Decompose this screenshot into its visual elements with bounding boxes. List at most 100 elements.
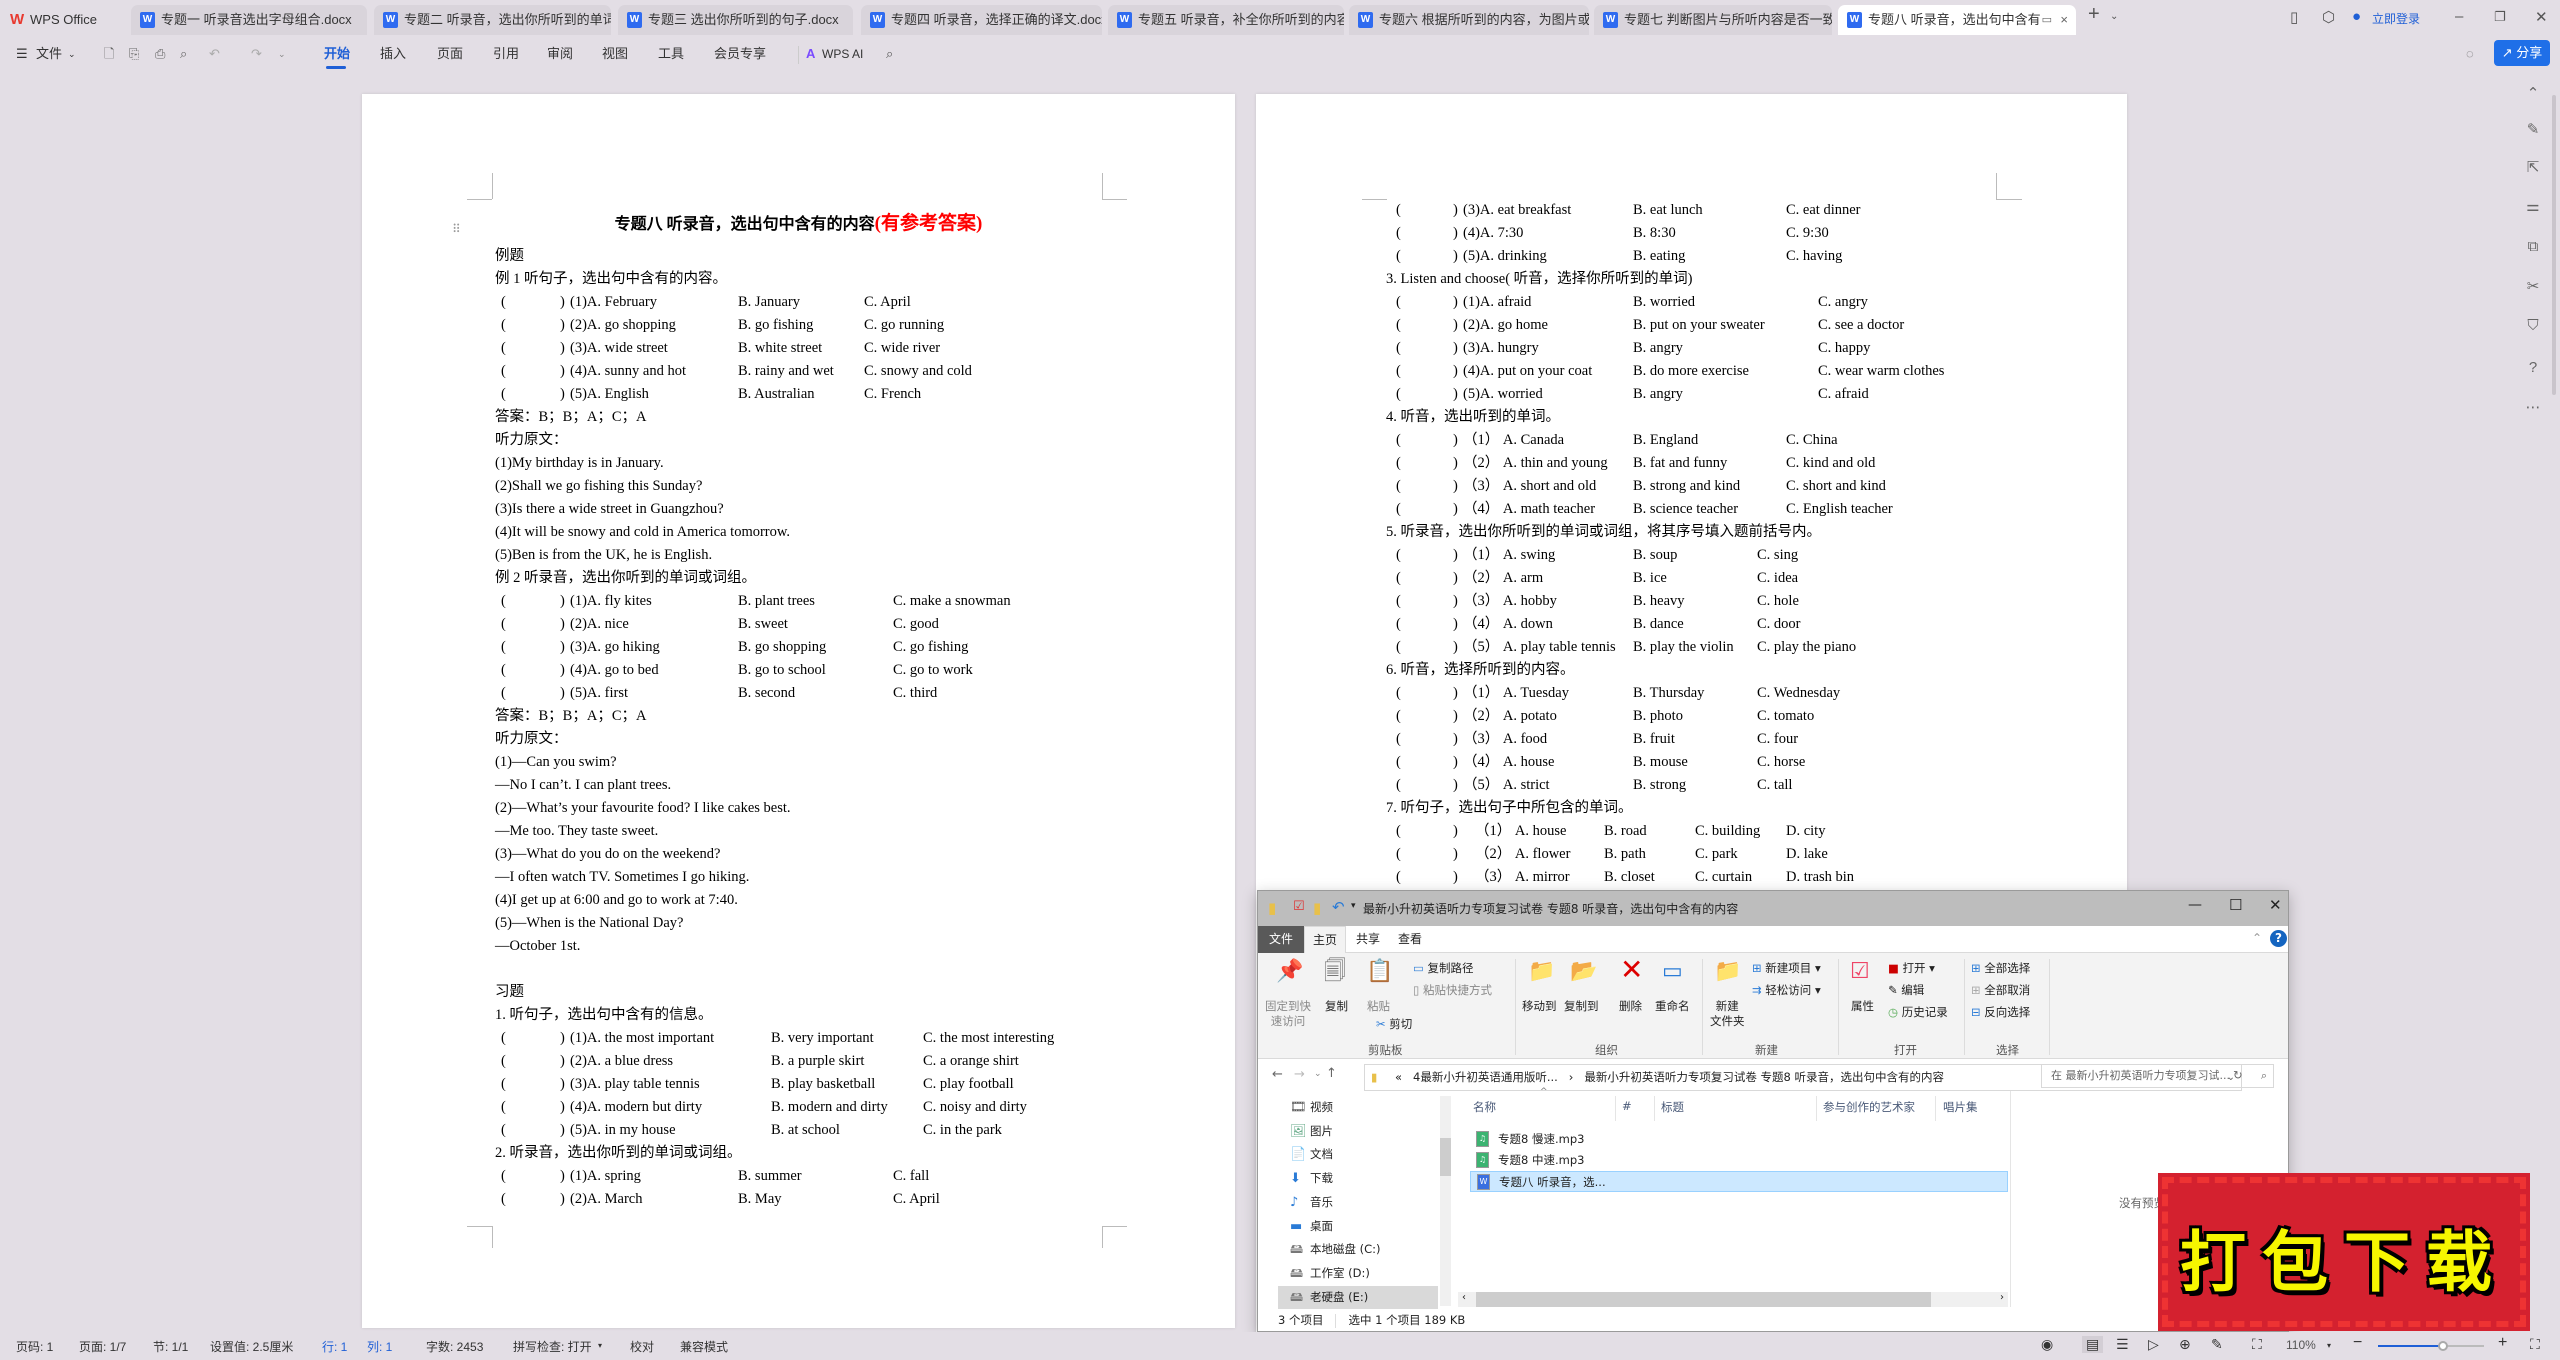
avatar-icon[interactable]: ●	[2352, 8, 2361, 25]
answer-blank-open[interactable]: (	[1396, 452, 1401, 475]
answer-blank-close[interactable]: )	[1453, 429, 1458, 452]
answer-blank-close[interactable]: )	[560, 314, 565, 337]
answer-blank-open[interactable]: (	[501, 360, 506, 383]
nav-item[interactable]: 🖼 图片	[1278, 1120, 1438, 1143]
answer-blank-open[interactable]: (	[1396, 199, 1401, 222]
maximize-icon[interactable]: ☐	[2229, 896, 2242, 914]
chevron-down-icon[interactable]: ▾	[598, 1341, 602, 1350]
answer-blank-close[interactable]: )	[1453, 728, 1458, 751]
chevron-down-icon[interactable]: ⌄	[278, 44, 286, 64]
answer-blank-open[interactable]: (	[1396, 567, 1401, 590]
answer-blank-open[interactable]: (	[1396, 751, 1401, 774]
answer-blank-close[interactable]: )	[1453, 567, 1458, 590]
easy-access-button[interactable]: 轻松访问	[1765, 983, 1811, 997]
new-item-button[interactable]: 新建项目	[1765, 961, 1811, 975]
tablet-mode-icon[interactable]: ▯	[2290, 8, 2298, 26]
spell-check-toggle[interactable]: 拼写检查: 打开	[513, 1338, 592, 1355]
answer-blank-close[interactable]: )	[560, 360, 565, 383]
doc-tab[interactable]: W 专题一 听录音选出字母组合.docx	[131, 5, 367, 35]
nav-scrollbar[interactable]	[1440, 1096, 1451, 1306]
properties-quick-icon[interactable]: ☑	[1293, 899, 1305, 914]
answer-blank-close[interactable]: )	[1453, 383, 1458, 406]
breadcrumb-item[interactable]: 4最新小升初英语通用版听...	[1413, 1070, 1558, 1084]
ai-assistant-icon[interactable]: ◌	[2466, 44, 2474, 64]
answer-blank-open[interactable]: (	[501, 1050, 506, 1073]
answer-blank-open[interactable]: (	[501, 314, 506, 337]
answer-blank-open[interactable]: (	[501, 1027, 506, 1050]
paste-button[interactable]: 粘贴	[1367, 999, 1390, 1014]
nav-item[interactable]: 🎞 视频	[1278, 1096, 1438, 1119]
column-artists[interactable]: 参与创作的艺术家	[1823, 1099, 1915, 1115]
zoom-in-icon[interactable]: +	[2498, 1334, 2507, 1352]
answer-blank-open[interactable]: (	[1396, 774, 1401, 797]
print-icon[interactable]: ⎙	[155, 44, 165, 64]
answer-blank-open[interactable]: (	[1396, 337, 1401, 360]
pen-icon[interactable]: ✎	[2211, 1336, 2223, 1353]
answer-blank-close[interactable]: )	[560, 1027, 565, 1050]
new-tab-plus-icon[interactable]: +	[2088, 3, 2100, 26]
document-page-1[interactable]: ⠿ 专题八 听录音，选出句中含有的内容(有参考答案) 例题例 1 听句子，选出句…	[362, 94, 1235, 1328]
answer-blank-close[interactable]: )	[560, 337, 565, 360]
explorer-title-bar[interactable]: ▮ ☑ ▮ ↶ ▾ 最新小升初英语听力专项复习试卷 专题8 听录音，选出句中含有…	[1258, 891, 2288, 926]
answer-blank-close[interactable]: )	[1453, 199, 1458, 222]
tab-view[interactable]: 视图	[602, 44, 628, 64]
nav-item[interactable]: ♪ 音乐	[1278, 1191, 1438, 1214]
chevron-down-icon[interactable]: ▾	[2327, 1341, 2331, 1350]
answer-blank-open[interactable]: (	[501, 659, 506, 682]
answer-blank-close[interactable]: )	[560, 1165, 565, 1188]
file-menu[interactable]: 文件	[36, 44, 62, 64]
rename-button[interactable]: 重命名	[1655, 999, 1690, 1014]
answer-blank-close[interactable]: )	[1453, 475, 1458, 498]
open-button[interactable]: 打开	[1903, 961, 1926, 975]
paste-shortcut-button[interactable]: 粘贴快捷方式	[1423, 983, 1492, 997]
help-icon[interactable]: ?	[2270, 930, 2287, 947]
column-name[interactable]: 名称	[1473, 1099, 1496, 1115]
answer-blank-close[interactable]: )	[1453, 337, 1458, 360]
answer-blank-open[interactable]: (	[1396, 843, 1401, 866]
answer-blank-close[interactable]: )	[560, 659, 565, 682]
close-icon[interactable]: ✕	[2269, 896, 2282, 914]
edit-button[interactable]: 编辑	[1901, 983, 1924, 997]
print-preview-icon[interactable]: ⌕	[180, 44, 187, 64]
answer-blank-close[interactable]: )	[1453, 843, 1458, 866]
answer-blank-close[interactable]: )	[1453, 705, 1458, 728]
answer-blank-close[interactable]: )	[1453, 682, 1458, 705]
zoom-slider-knob[interactable]	[2438, 1341, 2448, 1351]
scroll-right-icon[interactable]: ›	[2000, 1292, 2004, 1303]
answer-blank-close[interactable]: )	[560, 613, 565, 636]
answer-blank-open[interactable]: (	[1396, 866, 1401, 889]
answer-blank-close[interactable]: )	[560, 590, 565, 613]
file-row[interactable]: W 专题八 听录音，选...	[1470, 1171, 2008, 1192]
wps-ai-button[interactable]: WPS AI	[822, 44, 863, 64]
answer-blank-open[interactable]: (	[501, 1188, 506, 1211]
answer-blank-close[interactable]: )	[560, 682, 565, 705]
recent-chevron-icon[interactable]: ⌄	[1314, 1069, 1322, 1079]
section[interactable]: 节: 1/1	[153, 1338, 188, 1355]
history-button[interactable]: 历史记录	[1902, 1005, 1948, 1019]
answer-blank-close[interactable]: )	[560, 1188, 565, 1211]
zoom-out-icon[interactable]: −	[2353, 1334, 2362, 1352]
select-all-button[interactable]: 全部选择	[1984, 961, 2030, 975]
undo-icon[interactable]: ↶	[209, 44, 220, 64]
tab-page[interactable]: 页面	[437, 44, 463, 64]
answer-blank-close[interactable]: )	[1453, 544, 1458, 567]
minimize-icon[interactable]: —	[2188, 897, 2202, 913]
answer-blank-open[interactable]: (	[1396, 383, 1401, 406]
answer-blank-close[interactable]: )	[1453, 751, 1458, 774]
scroll-left-icon[interactable]: ‹	[1462, 1292, 1466, 1303]
answer-blank-open[interactable]: (	[501, 636, 506, 659]
answer-blank-close[interactable]: )	[560, 636, 565, 659]
up-arrow-icon[interactable]: ↑	[1326, 1066, 1337, 1081]
tab-insert[interactable]: 插入	[380, 44, 406, 64]
answer-blank-open[interactable]: (	[501, 1073, 506, 1096]
column-indicator[interactable]: 列: 1	[367, 1338, 392, 1355]
tab-file[interactable]: 文件	[1258, 926, 1304, 953]
help-icon[interactable]: ?	[2524, 359, 2542, 376]
row-indicator[interactable]: 行: 1	[322, 1338, 347, 1355]
tab-home[interactable]: 主页	[1304, 926, 1346, 953]
position-setting[interactable]: 设置值: 2.5厘米	[210, 1338, 293, 1355]
answer-blank-open[interactable]: (	[501, 291, 506, 314]
zoom-level[interactable]: 110%	[2286, 1338, 2316, 1352]
answer-blank-open[interactable]: (	[1396, 820, 1401, 843]
answer-blank-close[interactable]: )	[560, 291, 565, 314]
